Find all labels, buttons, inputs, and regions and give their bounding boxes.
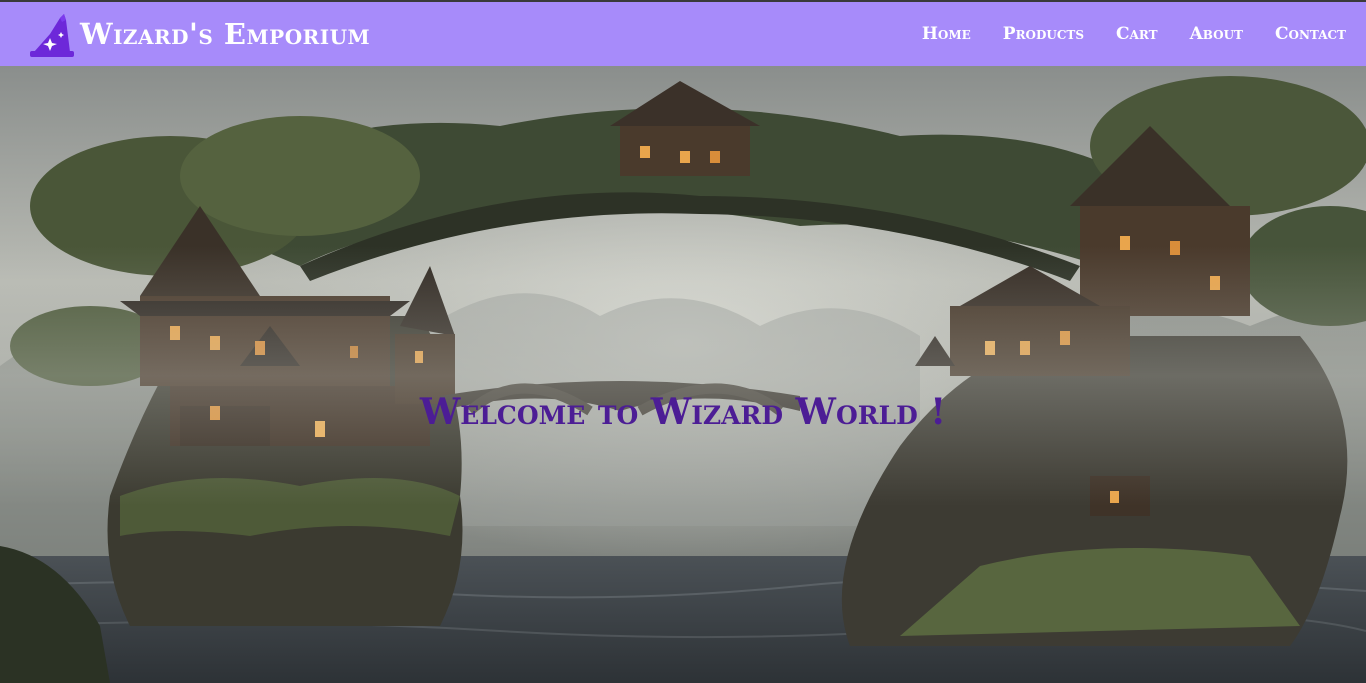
navbar: Wizard's Emporium Home Products Cart Abo… (0, 2, 1366, 66)
hero-section: Welcome to Wizard World ! (0, 66, 1366, 683)
nav-contact[interactable]: Contact (1275, 24, 1346, 44)
nav-cart[interactable]: Cart (1116, 24, 1158, 44)
main-nav: Home Products Cart About Contact (922, 24, 1346, 44)
nav-about[interactable]: About (1190, 24, 1243, 44)
wizard-hat-icon (30, 14, 74, 57)
nav-home[interactable]: Home (922, 24, 971, 44)
page: Wizard's Emporium Home Products Cart Abo… (0, 0, 1366, 683)
nav-products[interactable]: Products (1003, 24, 1084, 44)
brand-name: Wizard's Emporium (80, 17, 371, 51)
hero-background-image (0, 66, 1366, 683)
brand-logo[interactable]: Wizard's Emporium (28, 10, 370, 58)
hero-title: Welcome to Wizard World ! (419, 391, 947, 433)
